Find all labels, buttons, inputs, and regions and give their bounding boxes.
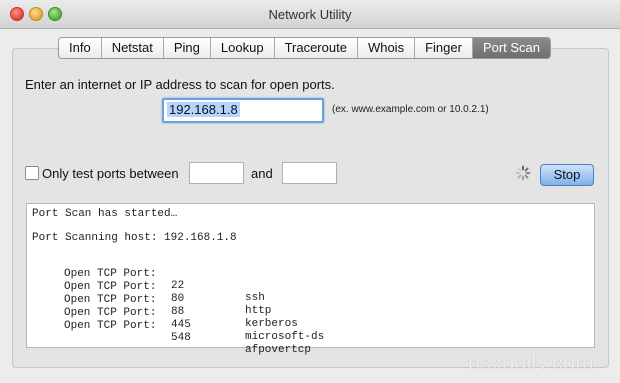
output-scanning: Port Scanning host: 192.168.1.8 bbox=[32, 232, 237, 244]
address-hint: (ex. www.example.com or 10.0.2.1) bbox=[332, 104, 489, 115]
port-from-field[interactable] bbox=[189, 162, 244, 184]
tab-finger[interactable]: Finger bbox=[415, 38, 473, 58]
tab-info[interactable]: Info bbox=[59, 38, 102, 58]
address-input[interactable]: 192.168.1.8 bbox=[162, 98, 324, 123]
port-to-field[interactable] bbox=[282, 162, 337, 184]
and-label: and bbox=[251, 166, 273, 181]
only-test-ports-label[interactable]: Only test ports between bbox=[42, 166, 179, 181]
activity-spinner-icon bbox=[515, 165, 531, 181]
port-label: Open TCP Port: bbox=[64, 320, 157, 332]
tab-lookup[interactable]: Lookup bbox=[211, 38, 275, 58]
watermark: osxdaily.com bbox=[468, 350, 594, 375]
output-started: Port Scan has started… bbox=[32, 208, 178, 220]
stop-button[interactable]: Stop bbox=[540, 164, 594, 186]
window-title: Network Utility bbox=[268, 7, 352, 22]
address-value: 192.168.1.8 bbox=[167, 102, 240, 117]
scan-output[interactable]: Port Scan has started… Port Scanning hos… bbox=[26, 203, 595, 356]
title-bar: Network Utility bbox=[0, 0, 620, 29]
tab-whois[interactable]: Whois bbox=[358, 38, 416, 58]
port-number: 548 bbox=[171, 332, 191, 344]
tab-ping[interactable]: Ping bbox=[164, 38, 211, 58]
tab-traceroute[interactable]: Traceroute bbox=[275, 38, 358, 58]
tab-netstat[interactable]: Netstat bbox=[102, 38, 164, 58]
tab-bar: Info Netstat Ping Lookup Traceroute Whoi… bbox=[58, 37, 552, 59]
port-service: afpovertcp bbox=[245, 344, 312, 356]
only-test-ports-checkbox[interactable] bbox=[25, 166, 39, 180]
scan-prompt: Enter an internet or IP address to scan … bbox=[25, 77, 335, 92]
tab-port-scan[interactable]: Port Scan bbox=[472, 38, 551, 58]
